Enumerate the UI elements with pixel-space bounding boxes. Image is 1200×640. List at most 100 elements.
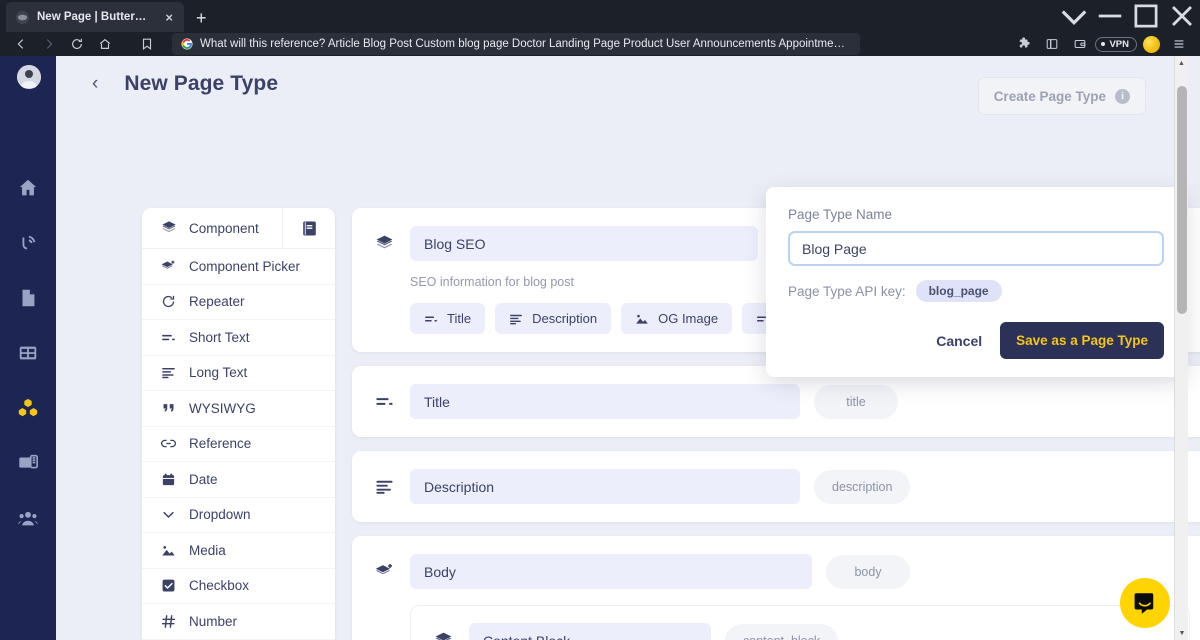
field-type-number[interactable]: Number	[142, 604, 335, 640]
create-page-type-label: Create Page Type	[993, 88, 1106, 104]
nested-field-card-content-block[interactable]: Content Block content_block Content bloc…	[410, 605, 1190, 640]
book-icon[interactable]	[282, 208, 335, 249]
tab-strip: New Page | ButterCMS × +	[0, 0, 1200, 32]
field-type-date[interactable]: Date	[142, 462, 335, 498]
field-type-label: Repeater	[189, 294, 245, 310]
page-type-api-key-row: Page Type API key: blog_page	[788, 280, 1164, 302]
field-type-media[interactable]: Media	[142, 533, 335, 569]
field-type-component-picker[interactable]: Component Picker	[142, 249, 335, 285]
field-type-component-header[interactable]: Component	[142, 208, 335, 249]
field-type-checkbox[interactable]: Checkbox	[142, 569, 335, 604]
field-card-body[interactable]: Body body Content Block content_block Co…	[352, 536, 1200, 640]
field-type-component[interactable]: Component	[142, 208, 282, 249]
media-image-icon	[159, 543, 178, 558]
back-icon[interactable]	[8, 33, 34, 55]
field-name-input[interactable]: Body	[410, 554, 812, 589]
rail-item-media[interactable]	[0, 443, 56, 483]
field-name-input[interactable]: Title	[410, 384, 800, 419]
vertical-scrollbar[interactable]: ▲ ▼	[1174, 56, 1188, 640]
field-type-label: Reference	[189, 436, 252, 452]
field-type-short-text[interactable]: Short Text	[142, 320, 335, 356]
chip-label: Title	[447, 311, 472, 326]
profile-avatar[interactable]	[1143, 35, 1160, 53]
rail-item-users[interactable]	[0, 498, 56, 538]
reload-icon[interactable]	[64, 33, 90, 55]
component-layers-icon	[159, 220, 178, 236]
page-type-name-dialog: Page Type Name Blog Page Page Type API k…	[766, 187, 1186, 377]
short-text-icon	[372, 392, 396, 411]
field-card-header: Body body	[372, 554, 1190, 589]
browser-tab[interactable]: New Page | ButterCMS ×	[6, 2, 184, 32]
field-name-input[interactable]: Blog SEO	[410, 226, 758, 261]
rail-item-components[interactable]	[0, 388, 56, 428]
repeater-icon	[159, 294, 178, 309]
avatar[interactable]	[17, 65, 41, 89]
reference-link-icon	[159, 436, 178, 451]
field-type-label: Number	[189, 613, 238, 629]
toolbar-right-actions: VPN	[1001, 33, 1192, 55]
field-type-label: WYSIWYG	[189, 400, 256, 416]
close-window-button[interactable]	[1164, 0, 1200, 32]
info-icon[interactable]: i	[1115, 88, 1130, 104]
field-api-key-badge: body	[826, 554, 910, 589]
create-page-type-button[interactable]: Create Page Type i	[977, 77, 1146, 115]
application-window: ‹ New Page Type Create Page Type i Compo…	[0, 56, 1200, 640]
field-type-label: Dropdown	[189, 507, 251, 523]
wallet-icon[interactable]	[1067, 33, 1093, 55]
vpn-badge[interactable]: VPN	[1095, 36, 1137, 52]
vpn-status-dot	[1101, 42, 1106, 46]
chip-label: OG Image	[658, 311, 719, 326]
new-tab-button[interactable]: +	[196, 9, 207, 27]
chip-label: Description	[532, 311, 598, 326]
component-layers-icon	[431, 631, 455, 640]
field-type-panel: Component Component Picker Repeater Shor…	[142, 208, 335, 640]
field-card-description[interactable]: Description description	[352, 451, 1200, 522]
field-type-dropdown[interactable]: Dropdown	[142, 498, 335, 533]
sidebar-icon[interactable]	[1039, 33, 1065, 55]
rail-item-home[interactable]	[0, 168, 56, 208]
field-api-key-badge: title	[814, 384, 898, 419]
field-chip-description[interactable]: Description	[495, 303, 612, 334]
hamburger-menu-icon[interactable]	[1166, 33, 1192, 55]
url-search-bar[interactable]: What will this reference? Article Blog P…	[172, 33, 860, 55]
save-as-page-type-button[interactable]: Save as a Page Type	[1000, 322, 1164, 359]
field-chip-title[interactable]: Title	[410, 303, 486, 334]
field-name-input[interactable]: Description	[410, 469, 800, 504]
field-card-header: Title title	[372, 384, 1190, 419]
field-type-label: Component Picker	[189, 258, 301, 274]
main-content: ‹ New Page Type Create Page Type i Compo…	[56, 56, 1200, 640]
home-icon[interactable]	[92, 33, 118, 55]
nested-field-name-input[interactable]: Content Block	[469, 623, 711, 640]
minimize-button[interactable]	[1092, 0, 1128, 32]
navigation-toolbar: What will this reference? Article Blog P…	[0, 32, 1200, 56]
field-type-long-text[interactable]: Long Text	[142, 356, 335, 391]
field-chip-og-image[interactable]: OG Image	[621, 303, 733, 334]
intercom-chat-button[interactable]	[1120, 578, 1170, 628]
field-type-repeater[interactable]: Repeater	[142, 285, 335, 320]
scroll-down-arrow-icon[interactable]: ▼	[1175, 626, 1189, 640]
puzzle-icon[interactable]	[1011, 33, 1037, 55]
field-api-key-badge: description	[814, 469, 911, 504]
chevron-left-icon[interactable]: ‹	[86, 70, 104, 97]
scrollbar-thumb[interactable]	[1177, 86, 1187, 314]
field-type-wysiwyg[interactable]: WYSIWYG	[142, 391, 335, 427]
scroll-up-arrow-icon[interactable]: ▲	[1175, 56, 1188, 70]
maximize-button[interactable]	[1128, 0, 1164, 32]
tab-close-icon[interactable]: ×	[162, 9, 176, 26]
rail-item-blog[interactable]	[0, 223, 56, 263]
number-hash-icon	[159, 614, 178, 629]
page-type-name-label: Page Type Name	[788, 207, 893, 222]
rail-item-collections[interactable]	[0, 333, 56, 373]
url-text: What will this reference? Article Blog P…	[200, 38, 851, 50]
tab-list-chevron-icon[interactable]	[1056, 0, 1092, 32]
page-title: New Page Type	[124, 71, 279, 95]
component-layers-icon	[372, 234, 396, 253]
field-type-reference[interactable]: Reference	[142, 427, 335, 462]
global-nav-rail	[0, 56, 56, 640]
bookmark-icon[interactable]	[134, 33, 160, 55]
forward-icon[interactable]	[36, 33, 62, 55]
cancel-button[interactable]: Cancel	[932, 327, 986, 355]
page-type-api-key-badge: blog_page	[915, 280, 1002, 302]
page-type-name-input[interactable]: Blog Page	[788, 231, 1164, 266]
rail-item-pages[interactable]	[0, 278, 56, 318]
